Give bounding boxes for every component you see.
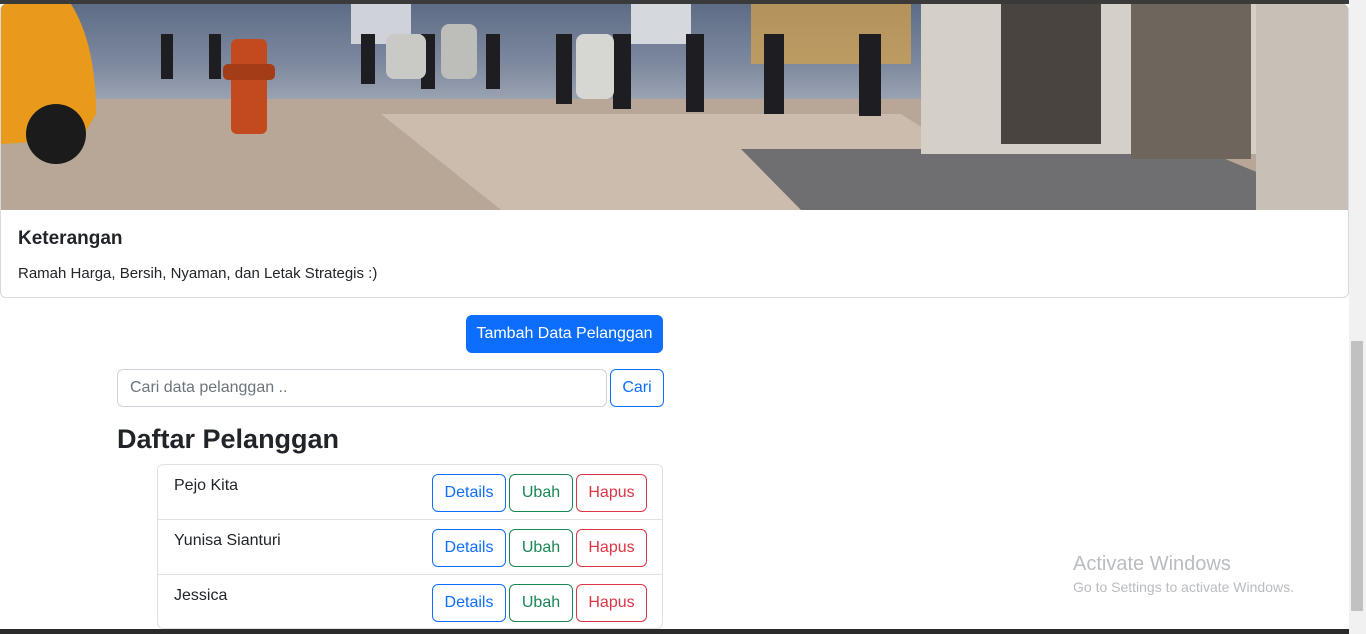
vertical-scrollbar[interactable] [1349,0,1366,634]
search-button[interactable]: Cari [610,369,664,407]
delete-button[interactable]: Hapus [576,584,647,622]
edit-button[interactable]: Ubah [509,474,573,512]
details-button[interactable]: Details [432,474,506,512]
search-input[interactable] [117,369,607,407]
edit-button[interactable]: Ubah [509,584,573,622]
add-customer-button[interactable]: Tambah Data Pelanggan [466,315,663,353]
activate-windows-subtitle: Go to Settings to activate Windows. [1073,579,1294,595]
delete-button[interactable]: Hapus [576,529,647,567]
delete-button[interactable]: Hapus [576,474,647,512]
card-title: Keterangan [18,228,123,249]
details-button[interactable]: Details [432,529,506,567]
customer-list-heading: Daftar Pelanggan [117,424,340,454]
window-bottom-edge [0,629,1349,634]
card-description: Ramah Harga, Bersih, Nyaman, dan Letak S… [18,265,378,282]
customer-list: Pejo Kita Details Ubah Hapus Yunisa Sian… [157,464,663,629]
hotel-street-image [1,4,1348,210]
customer-row: Jessica Details Ubah Hapus [158,575,662,628]
hotel-info-card: Keterangan Ramah Harga, Bersih, Nyaman, … [0,4,1349,298]
scrollbar-thumb[interactable] [1351,341,1363,611]
customer-name: Jessica [174,587,228,604]
details-button[interactable]: Details [432,584,506,622]
activate-windows-title: Activate Windows [1073,553,1231,575]
customer-row: Pejo Kita Details Ubah Hapus [158,465,662,520]
edit-button[interactable]: Ubah [509,529,573,567]
customer-name: Yunisa Sianturi [174,532,281,549]
customer-name: Pejo Kita [174,477,239,494]
customer-row: Yunisa Sianturi Details Ubah Hapus [158,520,662,575]
